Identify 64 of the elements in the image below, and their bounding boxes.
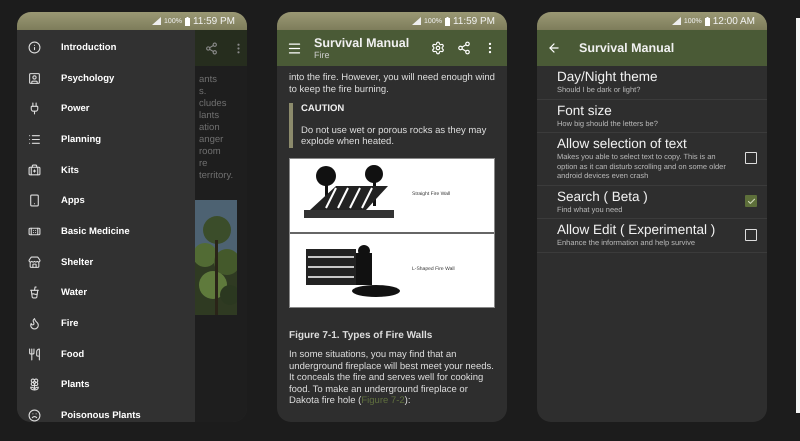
text-fragment: territory. [199, 170, 234, 182]
drawer-item[interactable]: Plants [17, 370, 195, 400]
flower-icon [28, 378, 41, 392]
section-subtitle: Fire [314, 50, 330, 60]
text-fragment: anger [199, 134, 224, 146]
drawer-item[interactable]: Kits [17, 154, 195, 186]
back-icon[interactable] [547, 41, 561, 55]
checkbox[interactable] [745, 195, 757, 208]
drawer-item[interactable]: Power [17, 93, 195, 124]
drawer-item[interactable]: Poisonous Plants [17, 400, 195, 422]
share-icon[interactable] [205, 42, 218, 54]
setting-title: Allow selection of text [557, 136, 688, 151]
drawer-item[interactable]: Apps [17, 185, 195, 216]
signal-icon [152, 17, 162, 25]
bandage-icon [28, 224, 41, 238]
utensils-icon [28, 348, 41, 361]
check-icon [746, 196, 756, 206]
drawer-item[interactable]: Water [17, 278, 195, 308]
article-text: into the fire. However, you will need enough wind to keep the fire burning. [289, 72, 495, 95]
text-fragment: ants [199, 74, 218, 86]
caution-text: Do not use wet or porous rocks as they may explode when heated. [301, 124, 488, 148]
drawer-item[interactable]: Food [17, 338, 195, 370]
clock: 12:00 AM [712, 16, 755, 26]
text-fragment: re [199, 158, 208, 170]
text-fragment: lants [199, 110, 220, 122]
drawer-item[interactable]: Fire [17, 308, 195, 339]
sad-face-icon [28, 409, 41, 422]
clock: 11:59 PM [192, 16, 235, 26]
signal-icon [412, 17, 422, 25]
store-icon [28, 256, 41, 269]
menu-icon[interactable] [287, 40, 302, 56]
caution-heading: CAUTION [301, 103, 346, 114]
info-icon [28, 40, 41, 54]
battery-icon [444, 16, 450, 26]
figure-caption: Figure 7-1. Types of Fire Walls [289, 330, 434, 341]
battery-icon [704, 16, 710, 26]
signal-icon [672, 17, 681, 25]
setting-title: Day/Night theme [557, 69, 659, 84]
app-title: Survival Manual [314, 36, 410, 50]
share-icon[interactable] [457, 41, 471, 55]
drawer-item[interactable]: Psychology [17, 62, 195, 94]
text-fragment: cludes [199, 98, 228, 110]
clock: 11:59 PM [452, 16, 495, 26]
portrait-icon [28, 72, 41, 85]
drawer-item[interactable]: Shelter [17, 246, 195, 278]
text-fragment: s. [199, 86, 208, 98]
setting-title: Allow Edit ( Experimental ) [557, 222, 716, 237]
phone-icon [28, 194, 41, 208]
article-text: In some situations, you may find that an underground fireplace will best meet your needs. It conceals the fire and serves well for cooking food. To make an underground fireplace or Dakota fire hole (Figure 7-2): [289, 349, 495, 406]
list-icon [28, 132, 41, 146]
drawer-item[interactable]: Introduction [17, 32, 195, 63]
text-fragment: ation [199, 122, 221, 134]
setting-title: Search ( Beta ) [557, 188, 649, 204]
flame-icon [28, 317, 41, 330]
cup-icon [28, 286, 41, 300]
settings-icon[interactable] [431, 41, 445, 55]
app-title: Survival Manual [579, 41, 676, 55]
drawer-item[interactable]: Planning [17, 124, 195, 155]
setting-title: Font size [557, 102, 613, 118]
text-fragment: room [199, 146, 222, 158]
battery-icon [184, 16, 190, 26]
briefcase-icon [28, 164, 41, 177]
drawer-item[interactable]: Basic Medicine [17, 216, 195, 247]
plug-icon [28, 102, 41, 116]
